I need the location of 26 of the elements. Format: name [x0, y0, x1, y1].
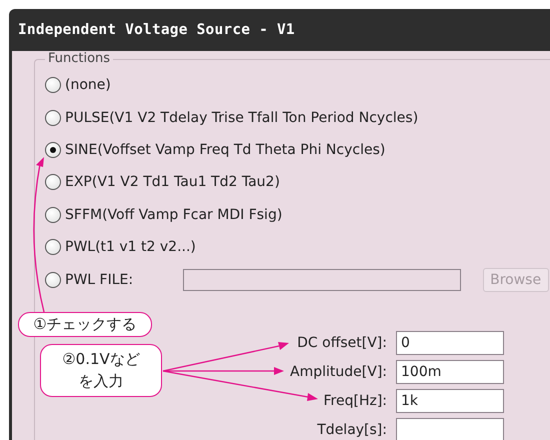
radio-button[interactable] [45, 272, 61, 288]
file-path-field[interactable] [183, 268, 462, 291]
input-field[interactable] [396, 418, 504, 440]
radio-option[interactable]: SINE(Voffset Vamp Freq Td Theta Phi Ncycles) [45, 142, 386, 158]
field-label: Tdelay[s]: [317, 422, 387, 438]
input-field[interactable]: 100m [396, 360, 504, 384]
callout-label: ①チェックする [18, 312, 152, 337]
radio-option[interactable]: EXP(V1 V2 Td1 Tau1 Td2 Tau2) [45, 174, 280, 190]
callout-label: ②0.1Vなどを入力 [40, 344, 162, 397]
radio-button[interactable] [45, 174, 61, 190]
radio-button[interactable] [45, 142, 61, 158]
radio-button[interactable] [45, 206, 61, 223]
radio-option[interactable]: SFFM(Voff Vamp Fcar MDI Fsig) [45, 206, 282, 223]
radio-option[interactable]: PWL FILE: [45, 272, 134, 288]
field-label: Amplitude[V]: [290, 364, 387, 380]
radio-button[interactable] [45, 110, 61, 126]
input-field[interactable]: 0 [396, 330, 504, 355]
radio-option[interactable]: (none) [45, 77, 111, 94]
radio-option[interactable]: PWL(t1 v1 t2 v2...) [45, 239, 196, 256]
field-label: DC offset[V]: [297, 334, 387, 351]
window-title: Independent Voltage Source - V1 [18, 22, 295, 38]
radio-option[interactable]: PULSE(V1 V2 Tdelay Trise Tfall Ton Period Ncycles) [45, 110, 418, 126]
radio-button[interactable] [45, 239, 61, 256]
radio-button[interactable] [45, 77, 61, 94]
field-label: Freq[Hz]: [324, 392, 387, 409]
input-field[interactable]: 1k [396, 388, 504, 413]
